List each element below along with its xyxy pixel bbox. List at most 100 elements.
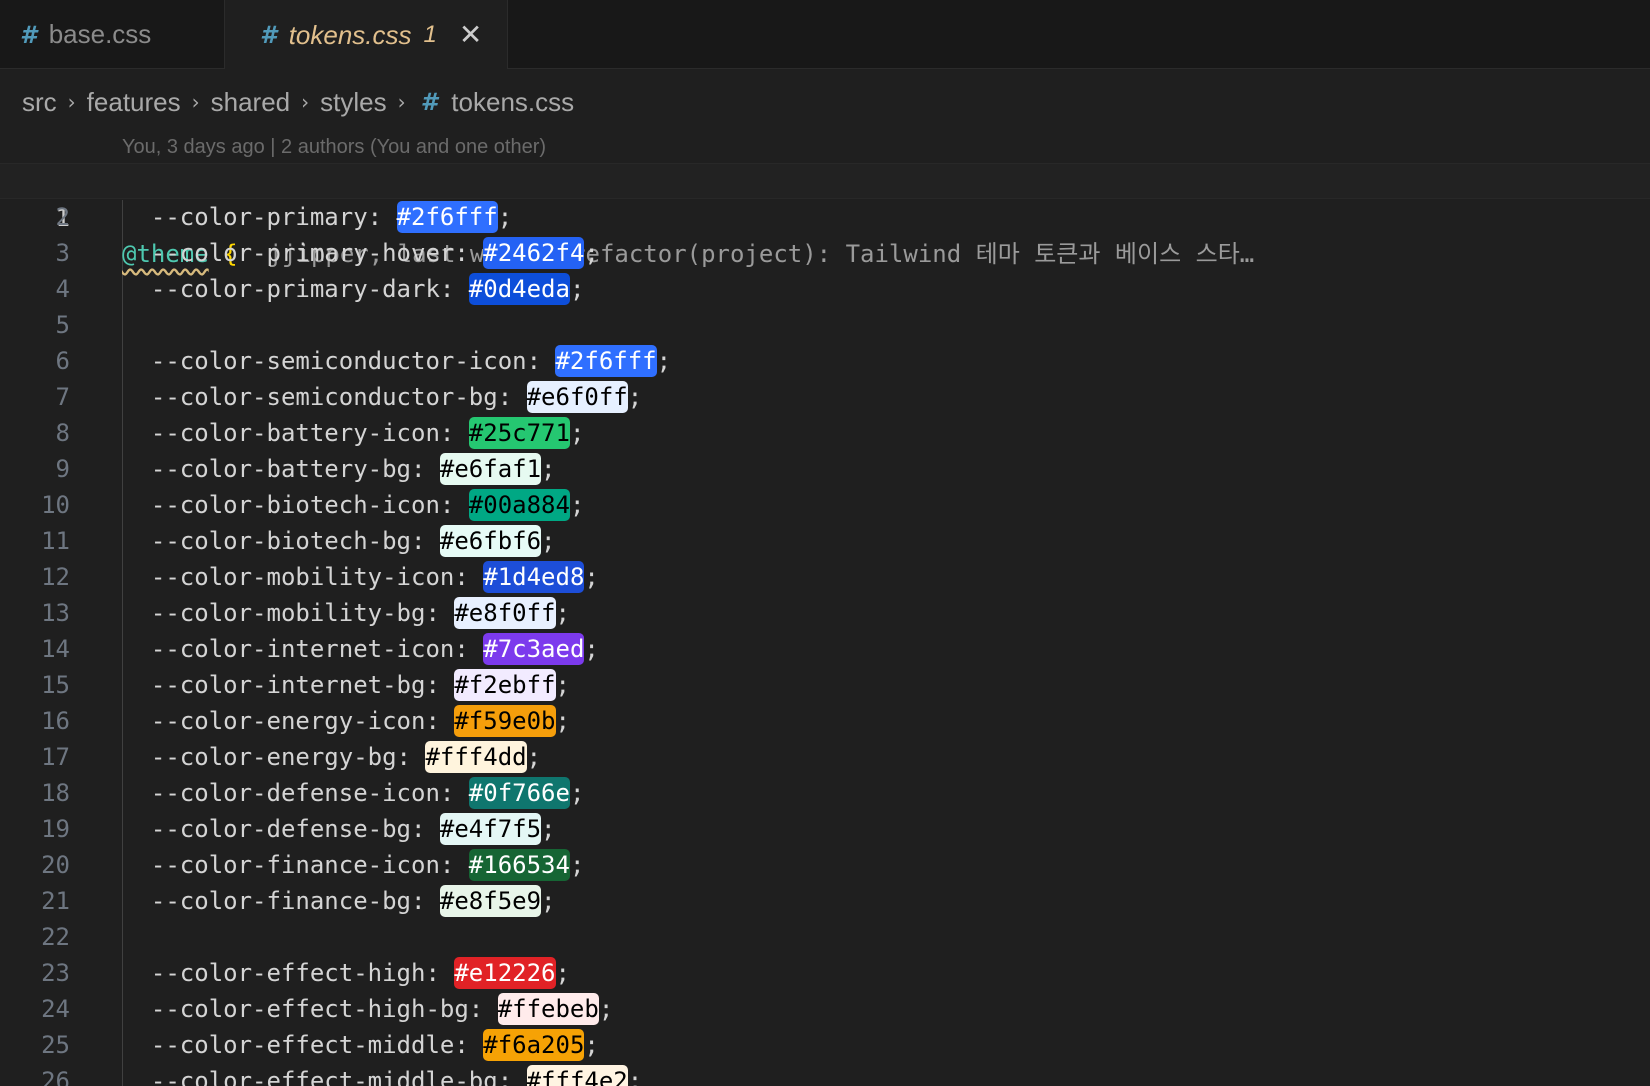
code-line[interactable]: 7 --color-semiconductor-bg: #e6f0ff; [0, 379, 1650, 415]
semicolon: ; [555, 599, 570, 627]
line-content: --color-mobility-bg: #e8f0ff; [122, 595, 570, 631]
semicolon: ; [569, 851, 585, 879]
css-property: --color-energy-icon: [150, 707, 455, 735]
code-line[interactable]: 5 [0, 307, 1650, 343]
line-number: 9 [55, 455, 70, 483]
semicolon: ; [497, 203, 513, 231]
code-line[interactable]: 6 --color-semiconductor-icon: #2f6fff; [0, 343, 1650, 379]
line-number: 2 [55, 203, 70, 231]
line-content: --color-primary-hover: #2462f4; [122, 235, 599, 271]
color-swatch-value[interactable]: #e8f0ff [454, 597, 556, 629]
color-swatch-value[interactable]: #f2ebff [454, 669, 556, 701]
line-number: 26 [41, 1067, 70, 1086]
color-swatch-value[interactable]: #0d4eda [468, 273, 570, 305]
css-property: --color-battery-icon: [150, 419, 469, 447]
semicolon: ; [569, 779, 585, 807]
color-swatch-value[interactable]: #ffebeb [497, 993, 599, 1025]
css-property: --color-internet-icon: [150, 635, 484, 663]
line-number: 20 [41, 851, 70, 879]
line-content: --color-effect-middle: #f6a205; [122, 1027, 599, 1063]
code-line[interactable]: 2 --color-primary: #2f6fff; [0, 199, 1650, 235]
color-swatch-value[interactable]: #2f6fff [555, 345, 657, 377]
code-line[interactable]: 20 --color-finance-icon: #166534; [0, 847, 1650, 883]
code-line[interactable]: 18 --color-defense-icon: #0f766e; [0, 775, 1650, 811]
line-content: --color-effect-high: #e12226; [122, 955, 570, 991]
color-swatch-value[interactable]: #00a884 [468, 489, 570, 521]
color-swatch-value[interactable]: #e6faf1 [439, 453, 542, 485]
color-swatch-value[interactable]: #2462f4 [483, 237, 585, 269]
color-swatch-value[interactable]: #fff4dd [425, 741, 527, 773]
breadcrumb-item-features[interactable]: features [87, 87, 181, 118]
css-property: --color-mobility-bg: [150, 599, 455, 627]
line-number: 21 [41, 887, 70, 915]
color-swatch-value[interactable]: #f6a205 [483, 1029, 585, 1061]
css-property: --color-finance-bg: [150, 887, 440, 915]
color-swatch-value[interactable]: #e6f0ff [526, 381, 628, 413]
breadcrumb-item-shared[interactable]: shared [211, 87, 291, 118]
line-content: --color-internet-icon: #7c3aed; [122, 631, 599, 667]
code-line[interactable]: 19 --color-defense-bg: #e4f7f5; [0, 811, 1650, 847]
color-swatch-value[interactable]: #e8f5e9 [439, 885, 542, 917]
tab-base-css[interactable]: # base.css [0, 0, 225, 69]
code-line[interactable]: 23 --color-effect-high: #e12226; [0, 955, 1650, 991]
code-line[interactable]: 12 --color-mobility-icon: #1d4ed8; [0, 559, 1650, 595]
code-line[interactable]: 8 --color-battery-icon: #25c771; [0, 415, 1650, 451]
color-swatch-value[interactable]: #e6fbf6 [439, 525, 542, 557]
code-line[interactable]: 16 --color-energy-icon: #f59e0b; [0, 703, 1650, 739]
breadcrumb-item-file[interactable]: tokens.css [451, 87, 574, 118]
code-line[interactable]: 9 --color-battery-bg: #e6faf1; [0, 451, 1650, 487]
code-editor[interactable]: 1 @theme {jjipper, last week • refactor(… [0, 163, 1650, 1086]
code-line[interactable]: 10 --color-biotech-icon: #00a884; [0, 487, 1650, 523]
color-swatch-value[interactable]: #f59e0b [454, 705, 556, 737]
line-number: 22 [41, 923, 70, 951]
code-line[interactable]: 21 --color-finance-bg: #e8f5e9; [0, 883, 1650, 919]
line-content: --color-effect-middle-bg: #fff4e2; [122, 1063, 642, 1086]
line-number: 25 [41, 1031, 70, 1059]
color-swatch-value[interactable]: #e4f7f5 [439, 813, 542, 845]
tab-tokens-css[interactable]: # tokens.css 1 ✕ [225, 0, 508, 70]
codelens-blame-header[interactable]: You, 3 days ago | 2 authors (You and one… [122, 136, 546, 159]
line-number: 7 [55, 383, 70, 411]
semicolon: ; [541, 455, 556, 483]
code-line[interactable]: 1 @theme {jjipper, last week • refactor(… [0, 163, 1650, 268]
color-swatch-value[interactable]: #166534 [468, 849, 570, 881]
color-swatch-value[interactable]: #1d4ed8 [483, 561, 585, 593]
color-swatch-value[interactable]: #0f766e [468, 777, 570, 809]
code-line[interactable]: 13 --color-mobility-bg: #e8f0ff; [0, 595, 1650, 631]
line-number: 8 [55, 419, 70, 447]
breadcrumb-item-src[interactable]: src [22, 87, 57, 118]
code-line[interactable]: 22 [0, 919, 1650, 955]
code-line[interactable]: 4 --color-primary-dark: #0d4eda; [0, 271, 1650, 307]
code-line[interactable]: 24 --color-effect-high-bg: #ffebeb; [0, 991, 1650, 1027]
problem-count-badge: 1 [423, 21, 437, 48]
color-swatch-value[interactable]: #25c771 [468, 417, 570, 449]
semicolon: ; [569, 275, 585, 303]
semicolon: ; [541, 527, 556, 555]
color-swatch-value[interactable]: #fff4e2 [526, 1065, 628, 1086]
code-line[interactable]: 11 --color-biotech-bg: #e6fbf6; [0, 523, 1650, 559]
code-line[interactable]: 15 --color-internet-bg: #f2ebff; [0, 667, 1650, 703]
line-content: --color-finance-bg: #e8f5e9; [122, 883, 556, 919]
code-line[interactable]: 3 --color-primary-hover: #2462f4; [0, 235, 1650, 271]
css-property: --color-primary: [150, 203, 397, 231]
line-content: --color-primary-dark: #0d4eda; [122, 271, 584, 307]
css-property: --color-effect-high: [150, 959, 455, 987]
line-number: 15 [41, 671, 70, 699]
breadcrumb-item-styles[interactable]: styles [320, 87, 386, 118]
chevron-right-icon: › [397, 90, 406, 114]
color-swatch-value[interactable]: #2f6fff [396, 201, 498, 233]
code-line[interactable]: 14 --color-internet-icon: #7c3aed; [0, 631, 1650, 667]
code-line[interactable]: 17 --color-energy-bg: #fff4dd; [0, 739, 1650, 775]
semicolon: ; [555, 671, 570, 699]
color-swatch-value[interactable]: #7c3aed [483, 633, 585, 665]
css-hash-icon: # [260, 21, 277, 49]
semicolon: ; [555, 707, 570, 735]
css-property: --color-mobility-icon: [150, 563, 484, 591]
code-line[interactable]: 26 --color-effect-middle-bg: #fff4e2; [0, 1063, 1650, 1086]
close-icon[interactable]: ✕ [459, 21, 482, 49]
tab-bar: # base.css # tokens.css 1 ✕ [0, 0, 1650, 70]
code-line[interactable]: 25 --color-effect-middle: #f6a205; [0, 1027, 1650, 1063]
line-number: 18 [41, 779, 70, 807]
semicolon: ; [584, 239, 599, 267]
color-swatch-value[interactable]: #e12226 [454, 957, 556, 989]
